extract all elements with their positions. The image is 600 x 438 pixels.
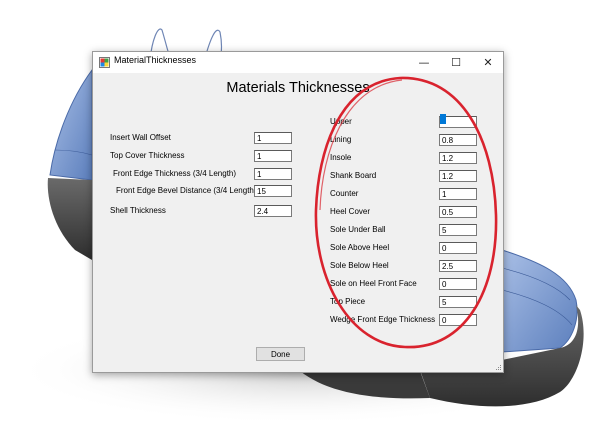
maximize-icon: ☐ bbox=[451, 56, 461, 69]
input-top-piece[interactable] bbox=[439, 296, 477, 308]
label-insert-wall-offset: Insert Wall Offset bbox=[110, 133, 171, 142]
maximize-button[interactable]: ☐ bbox=[441, 52, 471, 73]
input-counter[interactable] bbox=[439, 188, 477, 200]
label-top-cover-thickness: Top Cover Thickness bbox=[110, 151, 185, 160]
label-wedge-front-edge-thickness: Wedge Front Edge Thickness bbox=[330, 315, 436, 324]
label-shell-thickness: Shell Thickness bbox=[110, 206, 166, 215]
label-top-piece: Top Piece bbox=[330, 297, 366, 306]
label-sole-below-heel: Sole Below Heel bbox=[330, 261, 389, 270]
close-icon: ✕ bbox=[483, 56, 493, 69]
label-counter: Counter bbox=[330, 189, 359, 198]
done-button[interactable]: Done bbox=[256, 347, 305, 361]
label-sole-on-heel-front-face: Sole on Heel Front Face bbox=[330, 279, 417, 288]
title-bar[interactable]: MaterialThicknesses — ☐ ✕ bbox=[93, 52, 503, 73]
input-wedge-front-edge-thickness[interactable] bbox=[439, 314, 477, 326]
label-front-edge-thickness: Front Edge Thickness (3/4 Length) bbox=[113, 169, 237, 178]
label-sole-above-heel: Sole Above Heel bbox=[330, 243, 390, 252]
label-shank-board: Shank Board bbox=[330, 171, 377, 180]
label-upper: Upper bbox=[330, 117, 352, 126]
window-title: MaterialThicknesses bbox=[114, 55, 197, 65]
input-lining[interactable] bbox=[439, 134, 477, 146]
input-front-edge-bevel-distance[interactable] bbox=[254, 185, 292, 197]
input-insole[interactable] bbox=[439, 152, 477, 164]
selected-text-highlight bbox=[440, 114, 446, 124]
close-button[interactable]: ✕ bbox=[473, 52, 503, 73]
input-insert-wall-offset[interactable] bbox=[254, 132, 292, 144]
input-sole-on-heel-front-face[interactable] bbox=[439, 278, 477, 290]
label-insole: Insole bbox=[330, 153, 352, 162]
minimize-icon: — bbox=[418, 56, 430, 69]
resize-grip-icon[interactable] bbox=[494, 363, 502, 371]
label-sole-under-ball: Sole Under Ball bbox=[330, 225, 386, 234]
dialog-heading: Materials Thicknesses bbox=[226, 80, 370, 96]
input-top-cover-thickness[interactable] bbox=[254, 150, 292, 162]
input-shank-board[interactable] bbox=[439, 170, 477, 182]
minimize-button[interactable]: — bbox=[409, 52, 439, 73]
input-sole-below-heel[interactable] bbox=[439, 260, 477, 272]
input-sole-above-heel[interactable] bbox=[439, 242, 477, 254]
label-heel-cover: Heel Cover bbox=[330, 207, 371, 216]
input-heel-cover[interactable] bbox=[439, 206, 477, 218]
app-window-icon bbox=[99, 57, 110, 68]
input-shell-thickness[interactable] bbox=[254, 205, 292, 217]
label-lining: Lining bbox=[330, 135, 352, 144]
label-front-edge-bevel-distance: Front Edge Bevel Distance (3/4 Length) bbox=[116, 186, 257, 195]
input-front-edge-thickness[interactable] bbox=[254, 168, 292, 180]
input-sole-under-ball[interactable] bbox=[439, 224, 477, 236]
material-thicknesses-dialog: MaterialThicknesses — ☐ ✕ Materials Thic… bbox=[92, 51, 504, 373]
